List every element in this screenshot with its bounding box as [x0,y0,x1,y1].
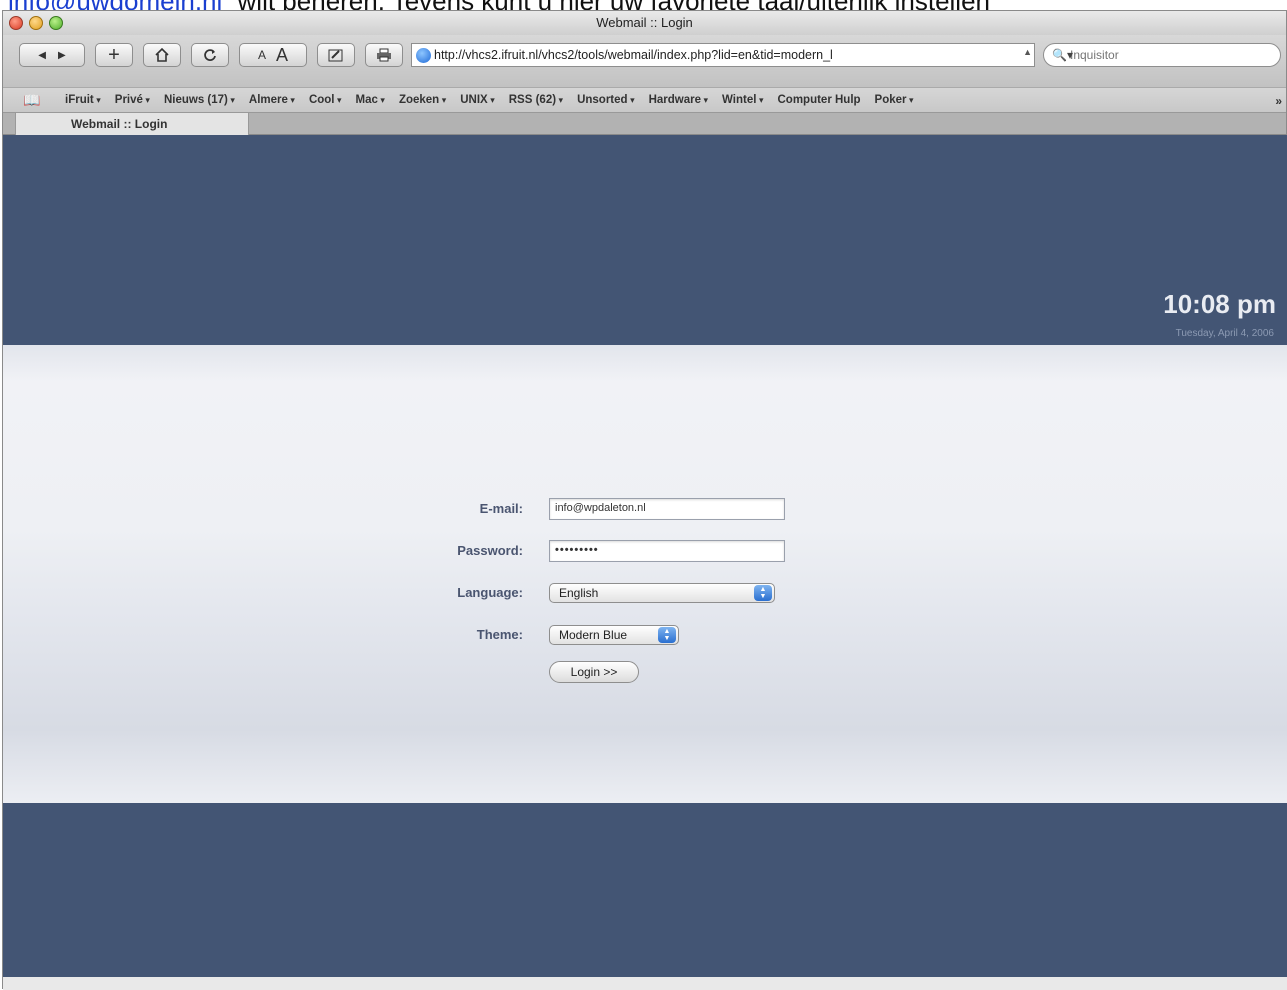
email-field[interactable]: info@wpdaleton.nl [549,498,785,520]
bookmark-hardware[interactable]: Hardware [649,94,708,106]
text-larger-label[interactable]: A [276,45,288,66]
edit-button[interactable] [317,43,355,67]
bookmarks-bar: 📖 iFruit Privé Nieuws (17) Almere Cool M… [3,87,1286,113]
browser-window: Webmail :: Login ◀ ▶ + A A http://vhcs2.… [2,10,1287,990]
url-text[interactable]: http://vhcs2.ifruit.nl/vhcs2/tools/webma… [434,48,1020,62]
theme-label: Theme: [476,627,523,642]
titlebar: Webmail :: Login [3,11,1286,35]
language-label: Language: [457,585,523,600]
page-content: 10:08 pm Tuesday, April 4, 2006 E-mail: … [3,135,1287,990]
bookmark-wintel[interactable]: Wintel [722,94,763,106]
forward-arrow-icon[interactable]: ▶ [58,50,66,61]
email-label: E-mail: [479,501,523,516]
bookmark-poker[interactable]: Poker [875,94,914,106]
password-field[interactable]: ••••••••• [549,540,785,562]
add-bookmark-button[interactable]: + [95,43,133,67]
bookmark-mac[interactable]: Mac [356,94,385,106]
back-forward-button[interactable]: ◀ ▶ [19,43,85,67]
bookmark-unix[interactable]: UNIX [460,94,495,106]
header-band: 10:08 pm Tuesday, April 4, 2006 [3,135,1287,345]
address-bar[interactable]: http://vhcs2.ifruit.nl/vhcs2/tools/webma… [411,43,1035,67]
chevron-updown-icon: ▲ ▼ [658,627,676,643]
language-select[interactable]: English ▲ ▼ [549,583,775,603]
reload-button[interactable] [191,43,229,67]
bookmarks-overflow-icon[interactable]: » [1275,94,1282,108]
book-icon[interactable]: 📖 [23,92,47,109]
plus-icon: + [108,43,120,66]
text-smaller-label[interactable]: A [258,48,266,62]
password-label: Password: [457,543,523,558]
login-area [3,345,1287,803]
bookmark-unsorted[interactable]: Unsorted [577,94,635,106]
reload-icon [204,49,216,61]
printer-icon [377,48,391,62]
snapback-icon[interactable]: ▲ [1023,47,1032,57]
home-button[interactable] [143,43,181,67]
bookmark-prive[interactable]: Privé [115,94,150,106]
bookmark-zoeken[interactable]: Zoeken [399,94,446,106]
chevron-updown-icon: ▲ ▼ [754,585,772,601]
back-arrow-icon[interactable]: ◀ [38,50,46,61]
login-button[interactable]: Login >> [549,661,639,683]
toolbar: ◀ ▶ + A A http://vhcs2.ifruit.nl/vhcs2/t… [3,35,1286,87]
print-button[interactable] [365,43,403,67]
pencil-icon [328,49,343,62]
globe-icon [416,48,431,63]
search-input[interactable] [1070,48,1270,62]
text-size-button[interactable]: A A [239,43,307,67]
theme-select[interactable]: Modern Blue ▲ ▼ [549,625,679,645]
bookmark-almere[interactable]: Almere [249,94,295,106]
bookmark-nieuws[interactable]: Nieuws (17) [164,94,235,106]
status-strip [3,977,1287,990]
bookmark-ifruit[interactable]: iFruit [65,94,101,106]
footer-band [3,803,1287,977]
bookmark-cool[interactable]: Cool [309,94,342,106]
tab-bar: Webmail :: Login [3,113,1286,135]
search-box[interactable]: 🔍▾ [1043,43,1281,67]
clock-time: 10:08 pm [1163,289,1276,319]
house-icon [155,48,169,62]
language-value: English [559,586,599,600]
search-icon[interactable]: 🔍▾ [1052,48,1073,62]
theme-value: Modern Blue [559,628,628,642]
bookmark-computer-hulp[interactable]: Computer Hulp [777,94,860,106]
window-title: Webmail :: Login [596,15,693,30]
clock-date: Tuesday, April 4, 2006 [1175,328,1274,339]
bookmark-rss[interactable]: RSS (62) [509,94,563,106]
tab-webmail-login[interactable]: Webmail :: Login [15,113,249,135]
